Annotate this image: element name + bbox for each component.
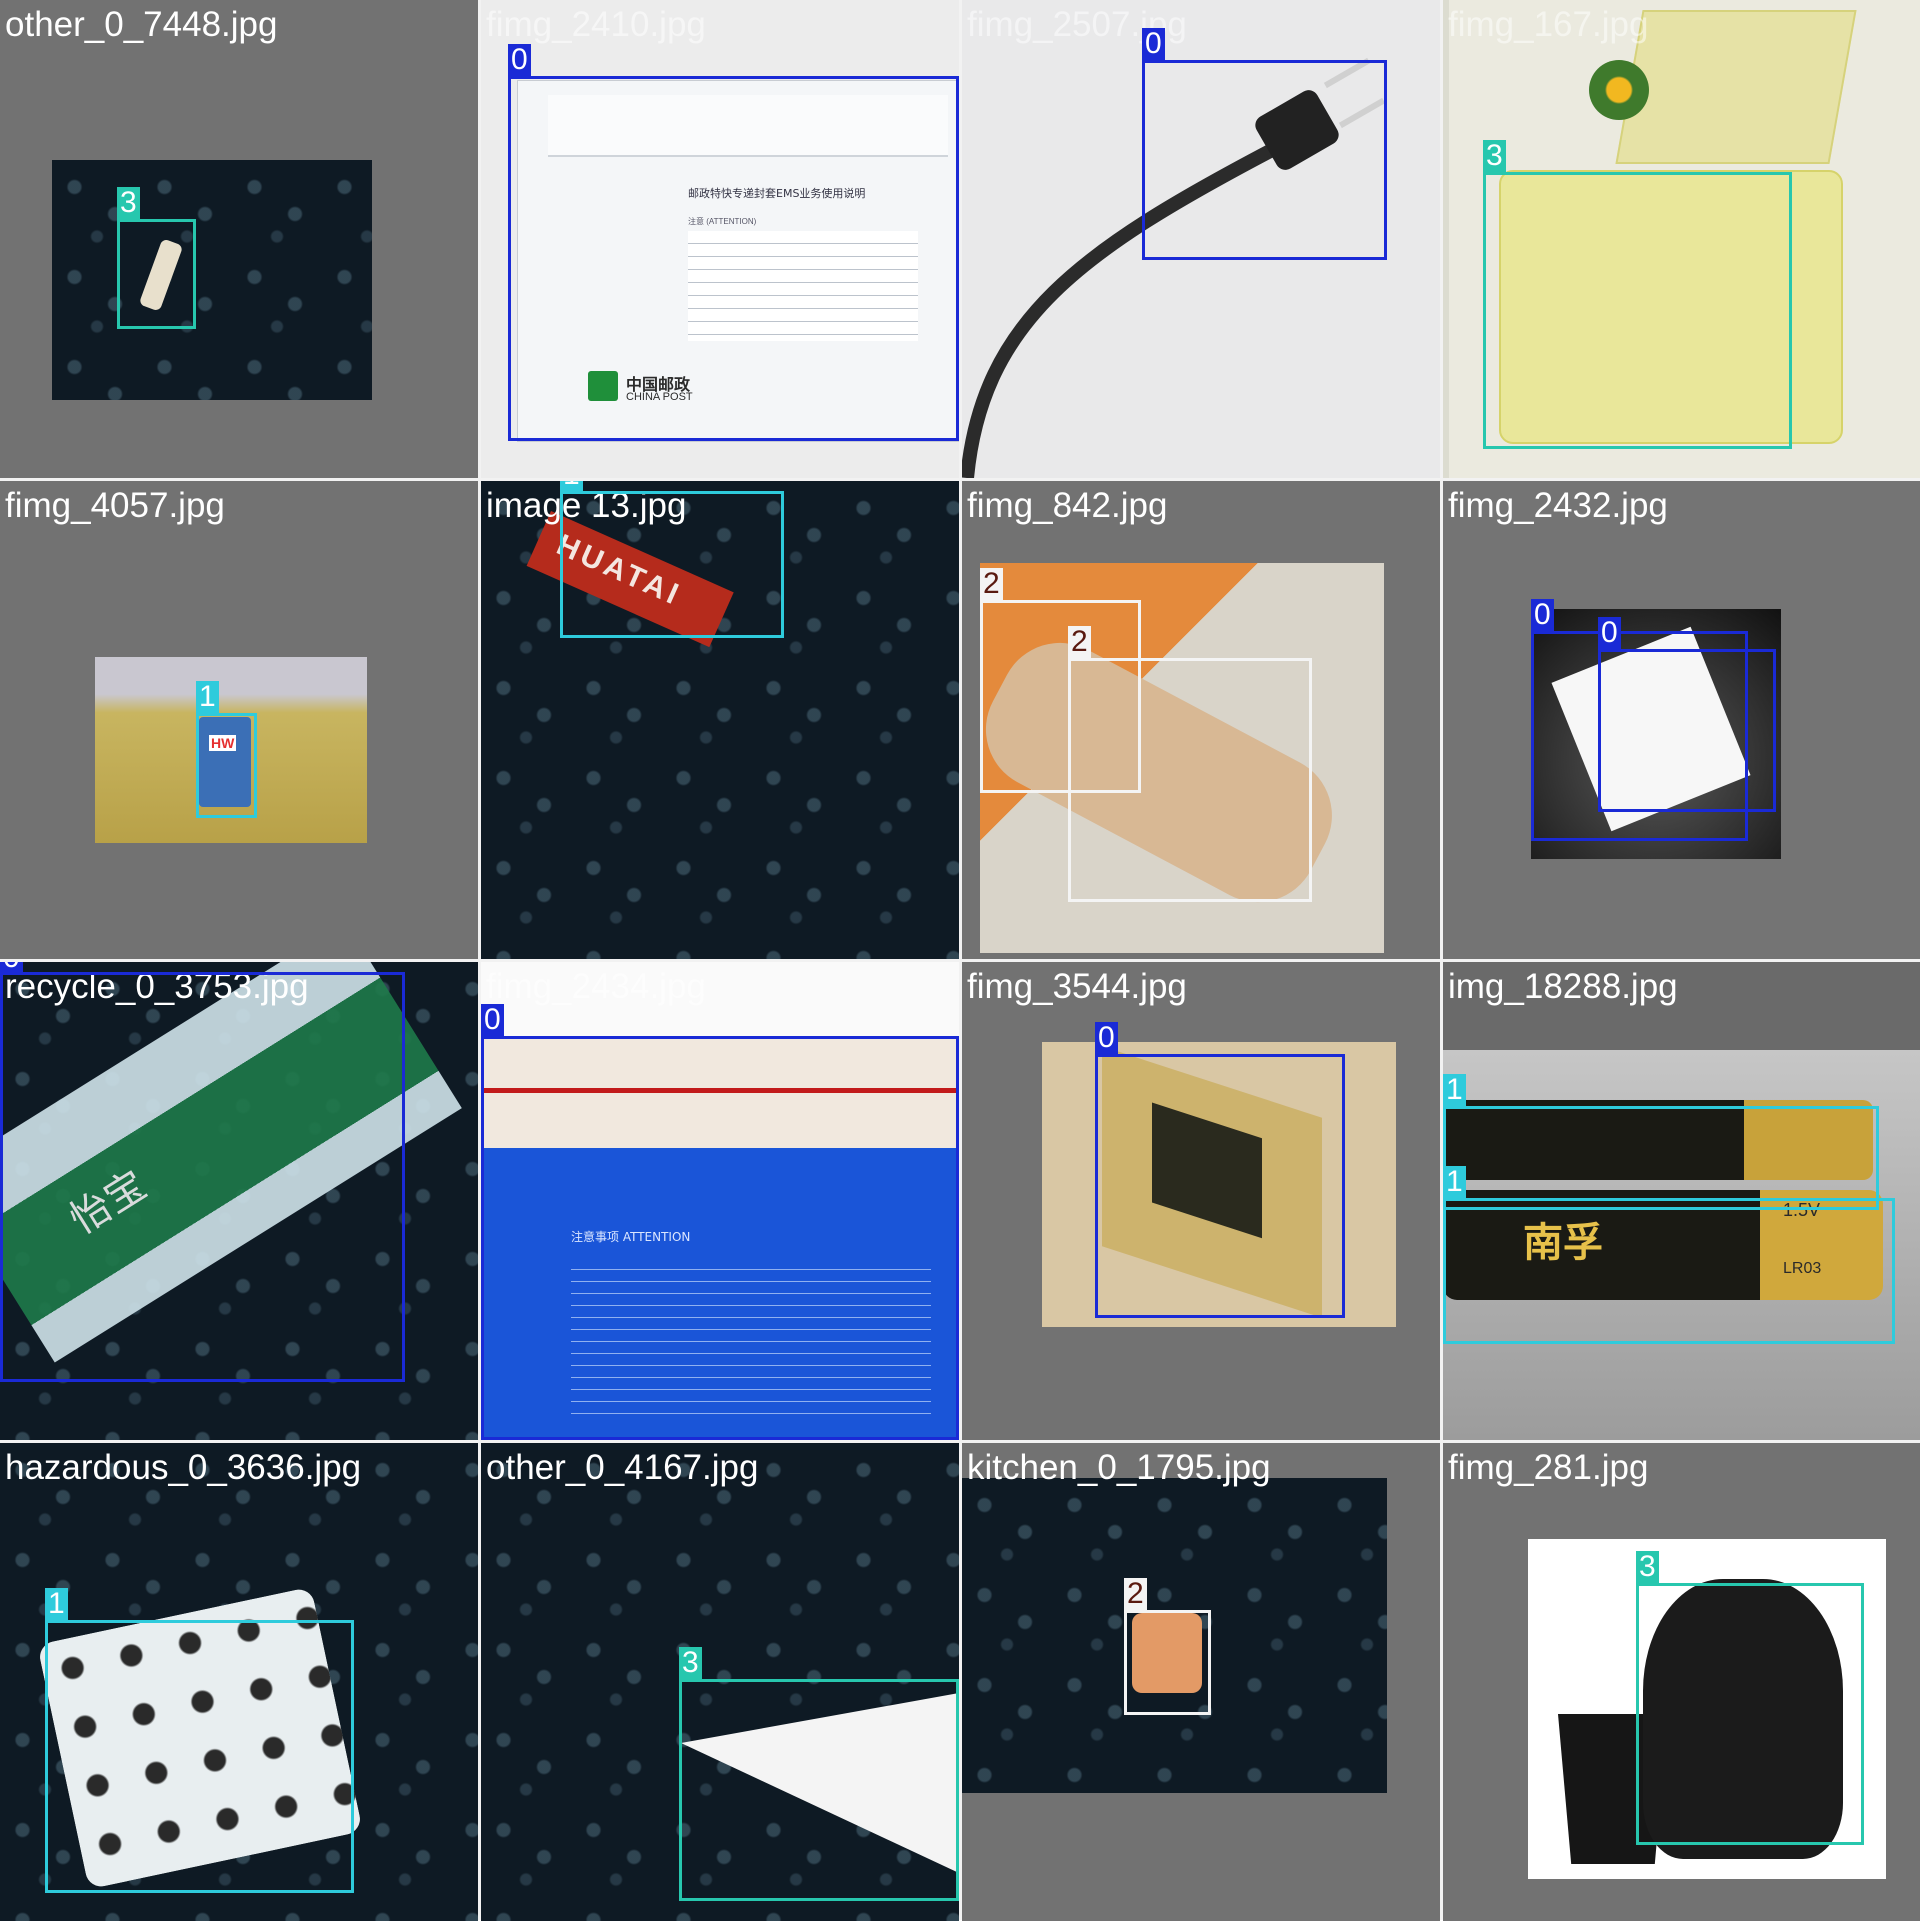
bbox-class-3	[679, 1679, 959, 1901]
bbox-label: 3	[679, 1647, 702, 1679]
bbox-class-1	[560, 491, 784, 638]
tile-fimg-4057: HW fimg_4057.jpg 1	[0, 481, 478, 959]
tile-filename: other_0_4167.jpg	[486, 1448, 759, 1487]
bbox-label: 0	[1598, 617, 1621, 649]
bbox-class-1	[196, 713, 257, 818]
bbox-class-0	[1095, 1054, 1345, 1318]
detection-mosaic: other_0_7448.jpg 3 邮政特快专递封套EMS业务使用说明 注意 …	[0, 0, 1920, 1921]
tile-kitchen-0-1795: kitchen_0_1795.jpg 2	[962, 1443, 1440, 1921]
bbox-class-2	[1068, 658, 1312, 902]
bbox-label: 1	[45, 1588, 68, 1620]
tile-filename: fimg_2410.jpg	[486, 5, 706, 44]
bbox-class-3	[117, 219, 196, 329]
tile-filename: fimg_2432.jpg	[1448, 486, 1668, 525]
tile-filename: fimg_4057.jpg	[5, 486, 225, 525]
bbox-label: 3	[1483, 140, 1506, 172]
tile-fimg-3544: fimg_3544.jpg 0	[962, 962, 1440, 1440]
bbox-label: 3	[117, 187, 140, 219]
tile-filename: other_0_7448.jpg	[5, 5, 278, 44]
tile-filename: fimg_2434.jpg	[486, 967, 706, 1006]
bbox-label: 2	[1068, 626, 1091, 658]
bbox-label: 0	[0, 962, 23, 974]
bbox-class-0	[508, 76, 959, 441]
tile-filename: hazardous_0_3636.jpg	[5, 1448, 362, 1487]
tile-fimg-2507: fimg_2507.jpg 0	[962, 0, 1440, 478]
tile-hazardous-0-3636: hazardous_0_3636.jpg 1	[0, 1443, 478, 1921]
tile-fimg-281: fimg_281.jpg 3	[1443, 1443, 1920, 1921]
tile-photo	[52, 160, 372, 400]
bbox-label: 0	[481, 1004, 504, 1036]
bbox-class-3	[1636, 1583, 1864, 1845]
tile-filename: fimg_3544.jpg	[967, 967, 1187, 1006]
bbox-class-0	[0, 972, 405, 1382]
bbox-label: 1	[196, 681, 219, 713]
tile-img-18288: 南孚 1.5V LR03 img_18288.jpg 1 1	[1443, 962, 1920, 1440]
tile-filename: kitchen_0_1795.jpg	[967, 1448, 1271, 1487]
tile-recycle-0-3753: 怡宝 recycle_0_3753.jpg 0	[0, 962, 478, 1440]
bbox-class-3	[1483, 172, 1792, 449]
bbox-class-0	[481, 1036, 959, 1440]
bbox-class-1	[1443, 1198, 1895, 1344]
tile-fimg-842: fimg_842.jpg 2 2	[962, 481, 1440, 959]
bbox-class-0	[1142, 60, 1387, 260]
bbox-label: 2	[980, 568, 1003, 600]
bbox-class-2	[1124, 1610, 1211, 1715]
lunchbox-lid	[1615, 10, 1857, 164]
tile-fimg-2434: 注意事项 ATTENTION fimg_2434.jpg 0	[481, 962, 959, 1440]
tile-image-13: HUATAI image 13.jpg 1	[481, 481, 959, 959]
bbox-label: 2	[1124, 1578, 1147, 1610]
bbox-class-1	[45, 1620, 354, 1893]
tile-filename: fimg_281.jpg	[1448, 1448, 1649, 1487]
tile-other-0-7448: other_0_7448.jpg 3	[0, 0, 478, 478]
tile-filename: fimg_167.jpg	[1448, 5, 1649, 44]
bbox-label: 1	[1443, 1166, 1466, 1198]
tile-fimg-2410: 邮政特快专递封套EMS业务使用说明 注意 (ATTENTION) 中国邮政 CH…	[481, 0, 959, 478]
tile-filename: fimg_842.jpg	[967, 486, 1168, 525]
tile-fimg-2432: fimg_2432.jpg 0 0	[1443, 481, 1920, 959]
bbox-label: 1	[1443, 1074, 1466, 1106]
bbox-label: 1	[560, 481, 583, 491]
bbox-label: 0	[1095, 1022, 1118, 1054]
bbox-class-0	[1598, 649, 1776, 812]
bbox-label: 0	[1531, 599, 1554, 631]
bbox-label: 3	[1636, 1551, 1659, 1583]
tile-other-0-4167: other_0_4167.jpg 3	[481, 1443, 959, 1921]
flowers	[1589, 60, 1649, 120]
bbox-label: 0	[508, 44, 531, 76]
bbox-label: 0	[1142, 28, 1165, 60]
tile-filename: img_18288.jpg	[1448, 967, 1678, 1006]
tile-fimg-167: fimg_167.jpg 3	[1443, 0, 1920, 478]
bbox-class-1	[1443, 1106, 1879, 1210]
